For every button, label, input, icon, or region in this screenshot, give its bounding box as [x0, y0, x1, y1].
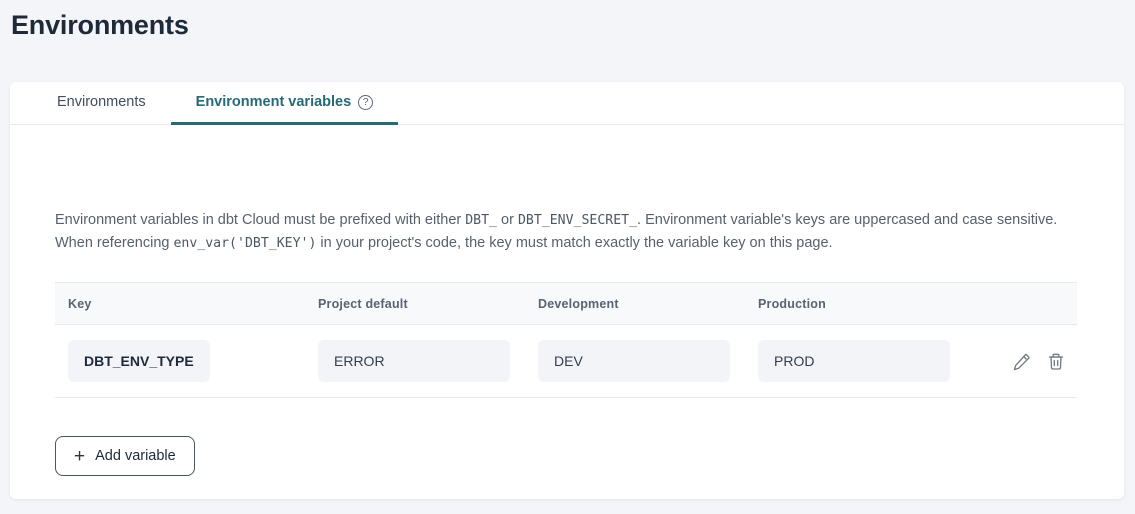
column-header-development: Development	[525, 297, 745, 311]
description-segment: Environment variables in dbt Cloud must …	[55, 212, 465, 228]
tab-environment-variables[interactable]: Environment variables ?	[171, 82, 399, 125]
code-prefix-dbt: DBT_	[465, 213, 497, 228]
cell-project-default: ERROR	[305, 340, 525, 382]
add-variable-button[interactable]: + Add variable	[55, 436, 195, 476]
project-default-value-chip: ERROR	[318, 340, 510, 382]
development-value-chip: DEV	[538, 340, 730, 382]
help-icon[interactable]: ?	[358, 95, 373, 110]
pencil-icon	[1012, 352, 1031, 371]
tab-environment-variables-label: Environment variables	[196, 94, 352, 110]
production-value-chip: PROD	[758, 340, 950, 382]
description-text: Environment variables in dbt Cloud must …	[55, 209, 1077, 255]
description-segment: in your project's code, the key must mat…	[316, 235, 832, 251]
variable-key-chip: DBT_ENV_TYPE	[68, 340, 210, 382]
column-header-production: Production	[745, 297, 965, 311]
add-variable-label: Add variable	[95, 448, 176, 464]
cell-key: DBT_ENV_TYPE	[55, 340, 305, 382]
environment-variables-table: Key Project default Development Producti…	[55, 282, 1077, 398]
table-header-row: Key Project default Development Producti…	[55, 283, 1077, 325]
cell-production: PROD	[745, 340, 965, 382]
tab-panel-environment-variables: Environment variables in dbt Cloud must …	[10, 209, 1124, 476]
tab-bar: Environments Environment variables ?	[10, 82, 1124, 125]
table-row: DBT_ENV_TYPE ERROR DEV PROD	[55, 325, 1077, 398]
delete-variable-button[interactable]	[1047, 352, 1065, 371]
cell-development: DEV	[525, 340, 745, 382]
column-header-key: Key	[55, 297, 305, 311]
trash-icon	[1047, 352, 1065, 371]
tab-environments[interactable]: Environments	[32, 82, 171, 125]
code-env-var-example: env_var('DBT_KEY')	[173, 236, 316, 251]
page-title: Environments	[0, 0, 1135, 42]
environments-card: Environments Environment variables ? Env…	[10, 82, 1124, 499]
plus-icon: +	[74, 447, 85, 466]
cell-row-actions	[965, 352, 1077, 371]
description-segment: or	[497, 212, 518, 228]
edit-variable-button[interactable]	[1012, 352, 1031, 371]
column-header-project-default: Project default	[305, 297, 525, 311]
code-prefix-dbt-env-secret: DBT_ENV_SECRET_	[518, 213, 637, 228]
tab-environments-label: Environments	[57, 94, 146, 110]
